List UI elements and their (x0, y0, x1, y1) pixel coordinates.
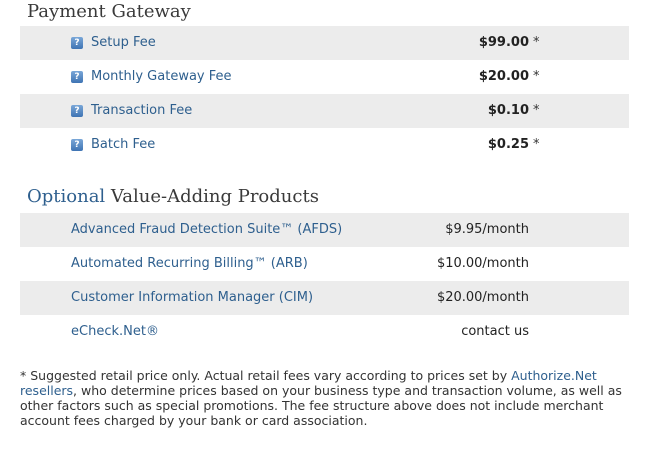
product-link[interactable]: Customer Information Manager (CIM) (71, 290, 313, 305)
resellers-link[interactable]: resellers (20, 383, 73, 398)
products-title-rest: Value-Adding Products (105, 186, 319, 207)
product-price: contact us (461, 324, 529, 339)
footnote-mark: * (533, 103, 540, 118)
products-title-accent: Optional (27, 186, 106, 207)
product-row-arb: Automated Recurring Billing™ (ARB) $10.0… (20, 247, 629, 281)
help-icon[interactable]: ? (71, 105, 83, 117)
product-link[interactable]: eCheck.Net® (71, 324, 159, 339)
footnote-text-after: , who determine prices based on your bus… (20, 383, 622, 428)
product-row-cim: Customer Information Manager (CIM) $20.0… (20, 281, 629, 315)
footnote-text-before: * Suggested retail price only. Actual re… (20, 368, 512, 383)
fee-price: $99.00 (478, 35, 529, 50)
footnote: * Suggested retail price only. Actual re… (20, 368, 632, 428)
fee-label: Setup Fee (91, 35, 156, 50)
product-link[interactable]: Automated Recurring Billing™ (ARB) (71, 256, 308, 271)
product-row-afds: Advanced Fraud Detection Suite™ (AFDS) $… (20, 213, 629, 247)
help-icon[interactable]: ? (71, 71, 83, 83)
footnote-mark: * (533, 35, 540, 50)
fee-price: $20.00 (478, 69, 529, 84)
fee-row-setup: ? Setup Fee $99.00 * (20, 26, 629, 60)
product-price: $10.00/month (436, 256, 529, 271)
product-price: $9.95/month (445, 222, 529, 237)
footnote-mark: * (533, 137, 540, 152)
fee-table: ? Setup Fee $99.00 * ? Monthly Gateway F… (20, 26, 629, 162)
product-row-echeck: eCheck.Net® contact us (20, 315, 629, 349)
product-price: $20.00/month (436, 290, 529, 305)
fee-price: $0.10 (487, 103, 529, 118)
fee-label: Transaction Fee (91, 103, 193, 118)
fee-label: Monthly Gateway Fee (91, 69, 232, 84)
products-title: Optional Value-Adding Products (27, 186, 319, 207)
footnote-mark: * (533, 69, 540, 84)
fee-row-transaction: ? Transaction Fee $0.10 * (20, 94, 629, 128)
authorize-net-link[interactable]: Authorize.Net (511, 368, 597, 383)
help-icon[interactable]: ? (71, 37, 83, 49)
fee-row-batch: ? Batch Fee $0.25 * (20, 128, 629, 162)
fee-label: Batch Fee (91, 137, 156, 152)
payment-gateway-title: Payment Gateway (27, 1, 191, 22)
fee-price: $0.25 (487, 137, 529, 152)
help-icon[interactable]: ? (71, 139, 83, 151)
product-link[interactable]: Advanced Fraud Detection Suite™ (AFDS) (71, 222, 342, 237)
products-table: Advanced Fraud Detection Suite™ (AFDS) $… (20, 213, 629, 349)
fee-row-monthly: ? Monthly Gateway Fee $20.00 * (20, 60, 629, 94)
